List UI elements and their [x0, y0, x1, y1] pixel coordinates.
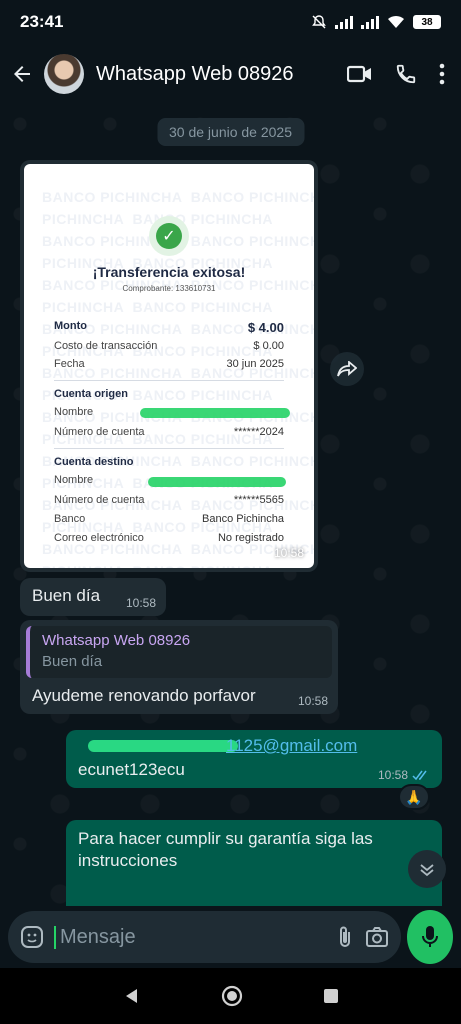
receipt-divider — [54, 448, 284, 449]
receipt-costo-row: Costo de transacción $ 0.00 — [54, 340, 284, 352]
message-text: Para hacer cumplir su garantía siga las … — [78, 829, 373, 870]
message-time: 10:58 — [125, 596, 156, 610]
forward-icon — [337, 361, 357, 377]
quoted-text: Buen día — [42, 653, 103, 670]
scroll-down-button[interactable] — [408, 850, 446, 888]
receipt-divider — [54, 380, 284, 381]
email-link[interactable]: 1125@gmail.com — [226, 736, 357, 756]
reaction-badge[interactable]: 🙏 — [398, 784, 430, 810]
receipt-monto-row: Monto $ 4.00 — [54, 320, 284, 335]
attach-icon[interactable] — [335, 925, 355, 949]
status-time: 23:41 — [20, 12, 64, 31]
contact-name[interactable]: Whatsapp Web 08926 — [96, 63, 294, 86]
outgoing-message[interactable]: 1125@gmail.com ecunet123ecu 10:58 — [66, 730, 442, 788]
message-time: 10:58 — [297, 694, 328, 708]
forward-button[interactable] — [330, 352, 364, 386]
receipt-banco-row: Banco Banco Pichincha — [54, 513, 284, 525]
system-nav-bar — [0, 968, 461, 1024]
chat-area[interactable]: 30 de junio de 2025 BANCO PICHINCHA BANC… — [0, 104, 461, 906]
avatar[interactable] — [44, 54, 84, 94]
chevron-down-icon — [420, 864, 434, 877]
receipt-fecha-row: Fecha 30 jun 2025 — [54, 358, 284, 370]
receipt-origen-head: Cuenta origen — [54, 388, 128, 400]
message-input[interactable] — [54, 925, 325, 949]
microphone-icon — [422, 926, 438, 947]
image-message[interactable]: BANCO PICHINCHA BANCO PICHINCHA PICHINCH… — [20, 160, 318, 572]
receipt-title: ¡Transferencia exitosa! — [92, 264, 246, 280]
quoted-sender: Whatsapp Web 08926 — [42, 632, 191, 649]
back-arrow-icon[interactable] — [10, 62, 34, 86]
receipt-destino-numero-row: Número de cuenta ******5565 — [54, 494, 284, 506]
incoming-message[interactable]: Buen día 10:58 — [20, 578, 166, 616]
read-receipt-icon — [412, 770, 427, 780]
camera-icon[interactable] — [365, 926, 389, 948]
nav-back-icon[interactable] — [123, 987, 141, 1005]
wifi-icon — [388, 15, 404, 28]
quoted-message[interactable]: Whatsapp Web 08926 Buen día — [26, 626, 332, 678]
receipt-correo-row: Correo electrónico No registrado — [54, 532, 284, 544]
status-bar: 23:41 38 — [0, 0, 461, 44]
redaction-scribble — [148, 477, 286, 487]
signal-icon — [335, 15, 353, 29]
more-options-icon[interactable] — [439, 63, 445, 85]
sticker-icon[interactable] — [20, 925, 44, 949]
video-call-icon[interactable] — [347, 64, 373, 84]
redaction-scribble — [88, 740, 238, 752]
chat-header: Whatsapp Web 08926 — [0, 44, 461, 104]
success-check-icon: ✓ — [149, 216, 189, 256]
receipt-comprobante: Comprobante: 133610731 — [122, 284, 216, 293]
voice-record-button[interactable] — [407, 910, 453, 964]
status-icons: 38 — [311, 14, 441, 30]
message-text: Buen día — [32, 586, 101, 605]
phone-call-icon[interactable] — [395, 63, 417, 85]
incoming-message-reply[interactable]: Whatsapp Web 08926 Buen día Ayudeme reno… — [20, 620, 338, 714]
outgoing-message[interactable]: Para hacer cumplir su garantía siga las … — [66, 820, 442, 906]
receipt-origen-numero-row: Número de cuenta ******2024 — [54, 426, 284, 438]
receipt-image[interactable]: BANCO PICHINCHA BANCO PICHINCHA PICHINCH… — [24, 164, 314, 568]
battery-icon: 38 — [413, 15, 441, 29]
receipt-destino-head: Cuenta destino — [54, 456, 134, 468]
nav-recents-icon[interactable] — [323, 988, 339, 1004]
date-chip: 30 de junio de 2025 — [157, 118, 304, 146]
message-time: 10:58 — [273, 546, 304, 560]
signal-icon-2 — [361, 15, 379, 29]
message-input-container[interactable] — [8, 911, 401, 963]
mute-icon — [312, 15, 326, 29]
redaction-scribble — [140, 408, 290, 418]
message-meta: 10:58 — [378, 768, 430, 782]
message-time: 10:58 — [377, 768, 408, 782]
message-text: Ayudeme renovando porfavor — [32, 686, 256, 705]
composer-bar — [0, 906, 461, 968]
nav-home-icon[interactable] — [221, 985, 243, 1007]
